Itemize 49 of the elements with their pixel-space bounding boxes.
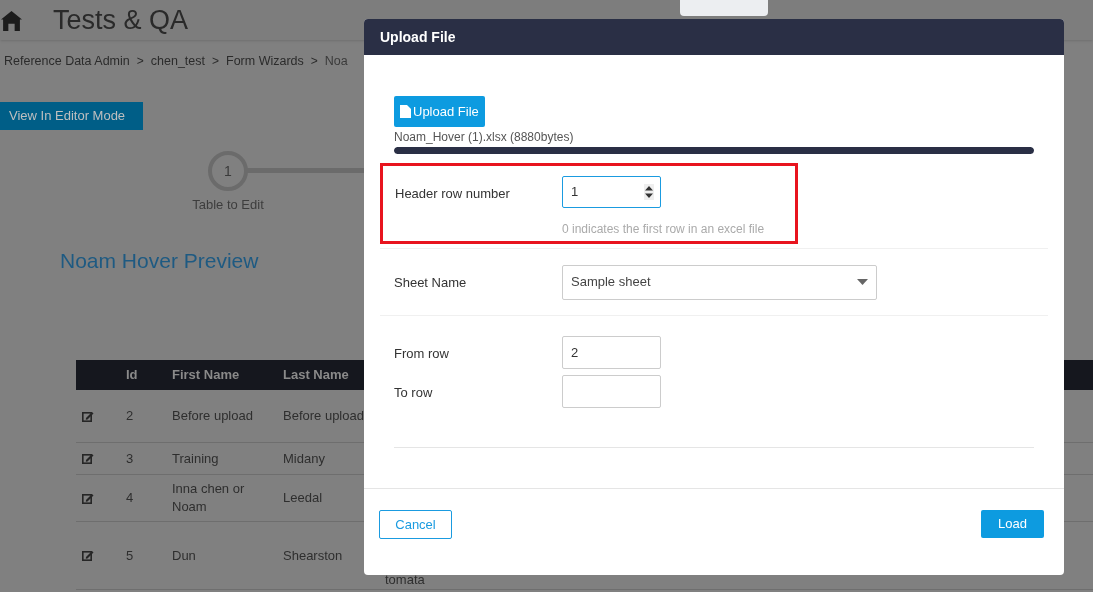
table-cell: Inna chen or Noam xyxy=(172,481,245,514)
file-name: Noam_Hover (1).xlsx (8880bytes) xyxy=(394,129,575,145)
header-row-number-field[interactable]: 1 xyxy=(562,176,661,208)
cancel-button[interactable]: Cancel xyxy=(379,510,452,539)
table-cell: tomata xyxy=(385,572,425,588)
table-cell: Before upload xyxy=(283,408,364,423)
table-cell: 4 xyxy=(126,490,134,505)
view-in-editor-mode-button[interactable]: View In Editor Mode xyxy=(0,102,143,130)
table-cell: Dun xyxy=(172,547,196,563)
breadcrumb-separator: > xyxy=(136,53,144,70)
dialog-title: Upload File xyxy=(380,27,456,47)
column-header[interactable]: Last Name xyxy=(283,367,349,383)
edit-icon[interactable] xyxy=(82,453,94,464)
breadcrumb-link[interactable]: Form Wizards xyxy=(226,51,304,71)
page-title: Tests & QA xyxy=(53,3,189,37)
table-cell: Midany xyxy=(283,450,325,466)
breadcrumb-link[interactable]: chen_test xyxy=(150,51,205,71)
table-cell: 2 xyxy=(126,408,134,423)
table-cell: 5 xyxy=(126,547,134,563)
upload-file-button[interactable]: Upload File xyxy=(394,96,485,127)
table-cell: Before upload xyxy=(172,408,253,423)
field-hint: 0 indicates the first row in an excel file xyxy=(562,221,765,238)
table-cell: Leedal xyxy=(283,490,323,505)
breadcrumb-separator: > xyxy=(212,53,219,70)
field-label: Sheet Name xyxy=(394,275,467,290)
edit-icon[interactable] xyxy=(82,410,94,422)
load-button[interactable]: Load xyxy=(981,510,1044,538)
edit-icon[interactable] xyxy=(82,492,94,504)
preview-heading: Noam Hover Preview xyxy=(60,248,259,274)
to-row-field[interactable] xyxy=(562,375,661,408)
breadcrumb-link[interactable]: Reference Data Admin xyxy=(4,51,130,71)
table-cell: Shearston xyxy=(283,547,343,563)
from-row-field[interactable]: 2 xyxy=(562,336,661,369)
sheet-name-dropdown[interactable]: Sample sheet xyxy=(562,264,877,300)
column-header[interactable]: First Name xyxy=(172,367,240,383)
breadcrumb-link[interactable]: Noa xyxy=(324,51,348,71)
field-label: Header row number xyxy=(395,185,510,203)
column-header[interactable]: Id xyxy=(126,367,138,383)
caret-icon xyxy=(857,279,868,285)
table-cell: Training xyxy=(172,450,219,466)
table-cell: 3 xyxy=(126,450,134,466)
field-label: From row xyxy=(394,345,449,361)
step-label: Table to Edit xyxy=(192,196,264,214)
edit-icon[interactable] xyxy=(82,550,94,561)
breadcrumb-separator: > xyxy=(310,53,318,70)
file-icon xyxy=(400,105,411,118)
home-icon[interactable] xyxy=(1,9,22,31)
spinner-icon[interactable] xyxy=(644,184,654,200)
field-label: To row xyxy=(394,384,433,400)
